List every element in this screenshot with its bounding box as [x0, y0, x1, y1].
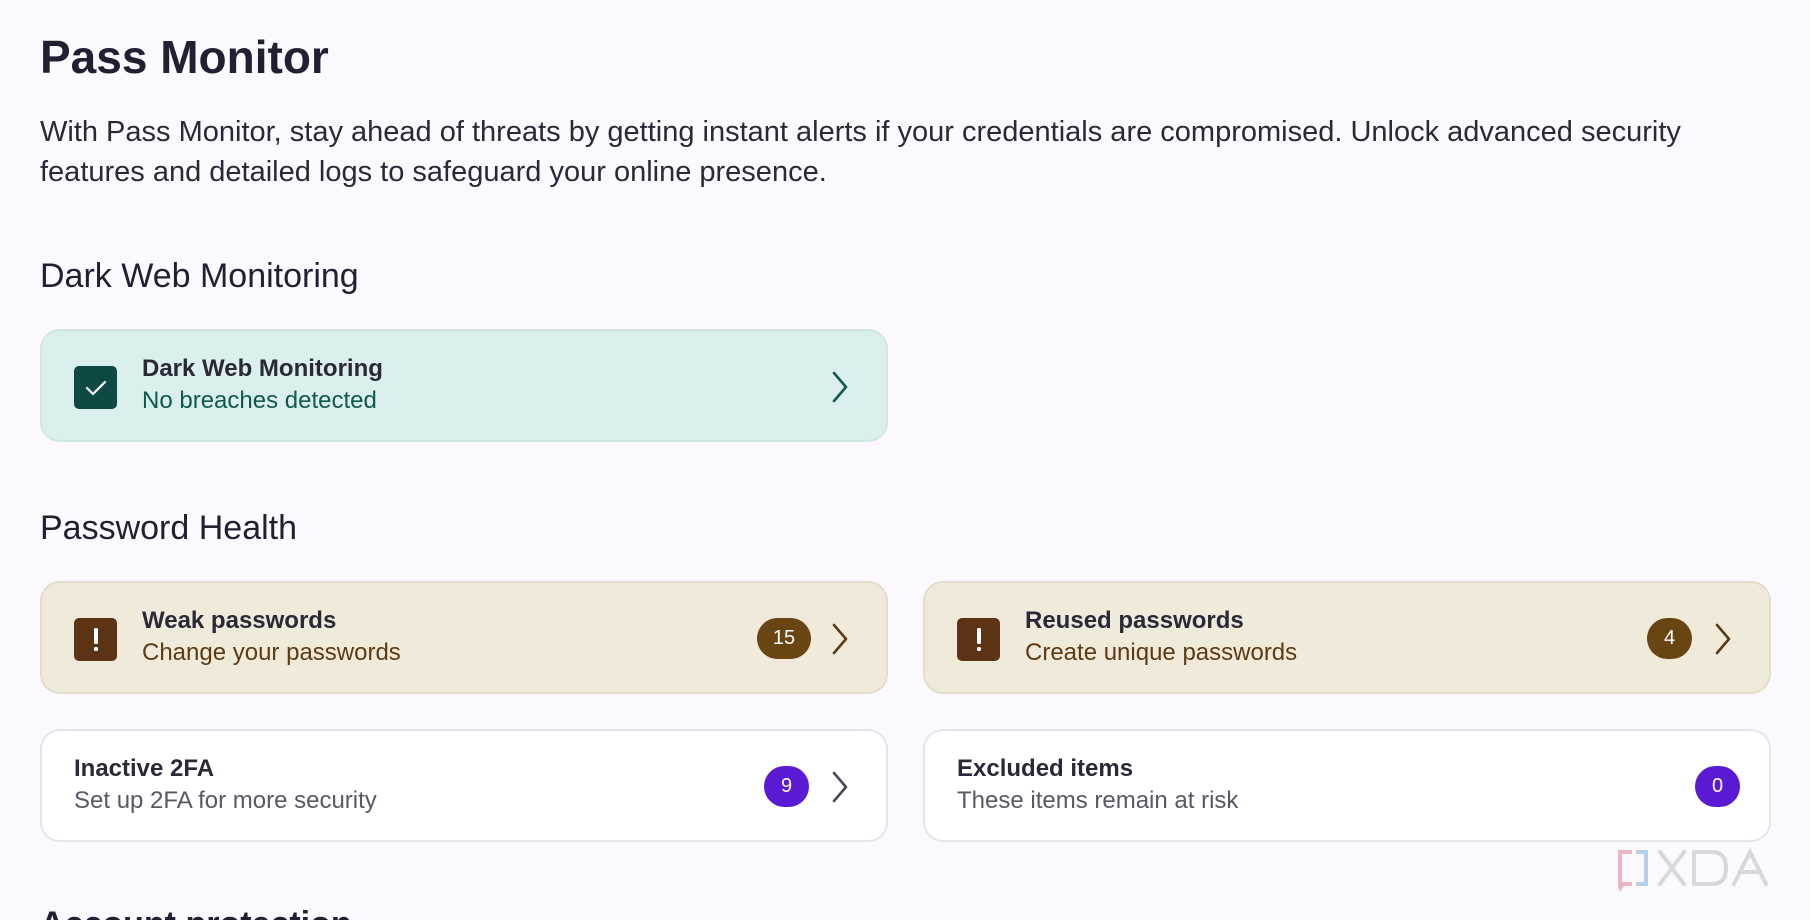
count-badge: 9 — [764, 766, 809, 807]
card-title: Dark Web Monitoring — [142, 355, 383, 382]
reused-passwords-card[interactable]: Reused passwords Create unique passwords… — [923, 581, 1771, 694]
chevron-right-icon — [1715, 623, 1731, 655]
count-badge: 4 — [1647, 618, 1692, 659]
section-title-password-health: Password Health — [40, 509, 298, 547]
alert-icon — [74, 618, 117, 661]
card-subtitle: Create unique passwords — [1025, 639, 1298, 666]
card-text: Weak passwords Change your passwords — [142, 606, 401, 670]
page-description: With Pass Monitor, stay ahead of threats… — [40, 116, 1681, 188]
page-title: Pass Monitor — [40, 31, 329, 83]
count-badge: 15 — [757, 618, 811, 659]
card-title: Inactive 2FA — [74, 755, 215, 782]
count-badge: 0 — [1695, 766, 1740, 807]
card-title: Weak passwords — [142, 607, 337, 634]
card-subtitle: No breaches detected — [142, 387, 377, 414]
card-text: Inactive 2FA Set up 2FA for more securit… — [74, 754, 377, 818]
card-subtitle: Set up 2FA for more security — [74, 787, 377, 814]
alert-icon — [957, 618, 1000, 661]
section-title-next-text: Account protection — [40, 902, 440, 920]
excluded-items-card[interactable]: Excluded items These items remain at ris… — [923, 729, 1771, 842]
chevron-right-icon — [832, 371, 848, 403]
card-text: Dark Web Monitoring No breaches detected — [142, 354, 383, 418]
card-title: Reused passwords — [1025, 607, 1244, 634]
section-title-next-partial: Account protection — [40, 902, 440, 920]
weak-passwords-card[interactable]: Weak passwords Change your passwords 15 — [40, 581, 888, 694]
chevron-right-icon — [832, 623, 848, 655]
section-title-dark-web: Dark Web Monitoring — [40, 257, 359, 295]
card-subtitle: These items remain at risk — [957, 787, 1239, 814]
card-text: Excluded items These items remain at ris… — [957, 754, 1238, 818]
card-title: Excluded items — [957, 755, 1134, 782]
xda-watermark-logo — [1618, 847, 1769, 892]
dark-web-monitoring-card[interactable]: Dark Web Monitoring No breaches detected — [40, 329, 888, 442]
card-text: Reused passwords Create unique passwords — [1025, 606, 1297, 670]
chevron-right-icon — [832, 771, 848, 803]
check-icon — [74, 366, 117, 409]
card-subtitle: Change your passwords — [142, 639, 401, 666]
inactive-2fa-card[interactable]: Inactive 2FA Set up 2FA for more securit… — [40, 729, 888, 842]
